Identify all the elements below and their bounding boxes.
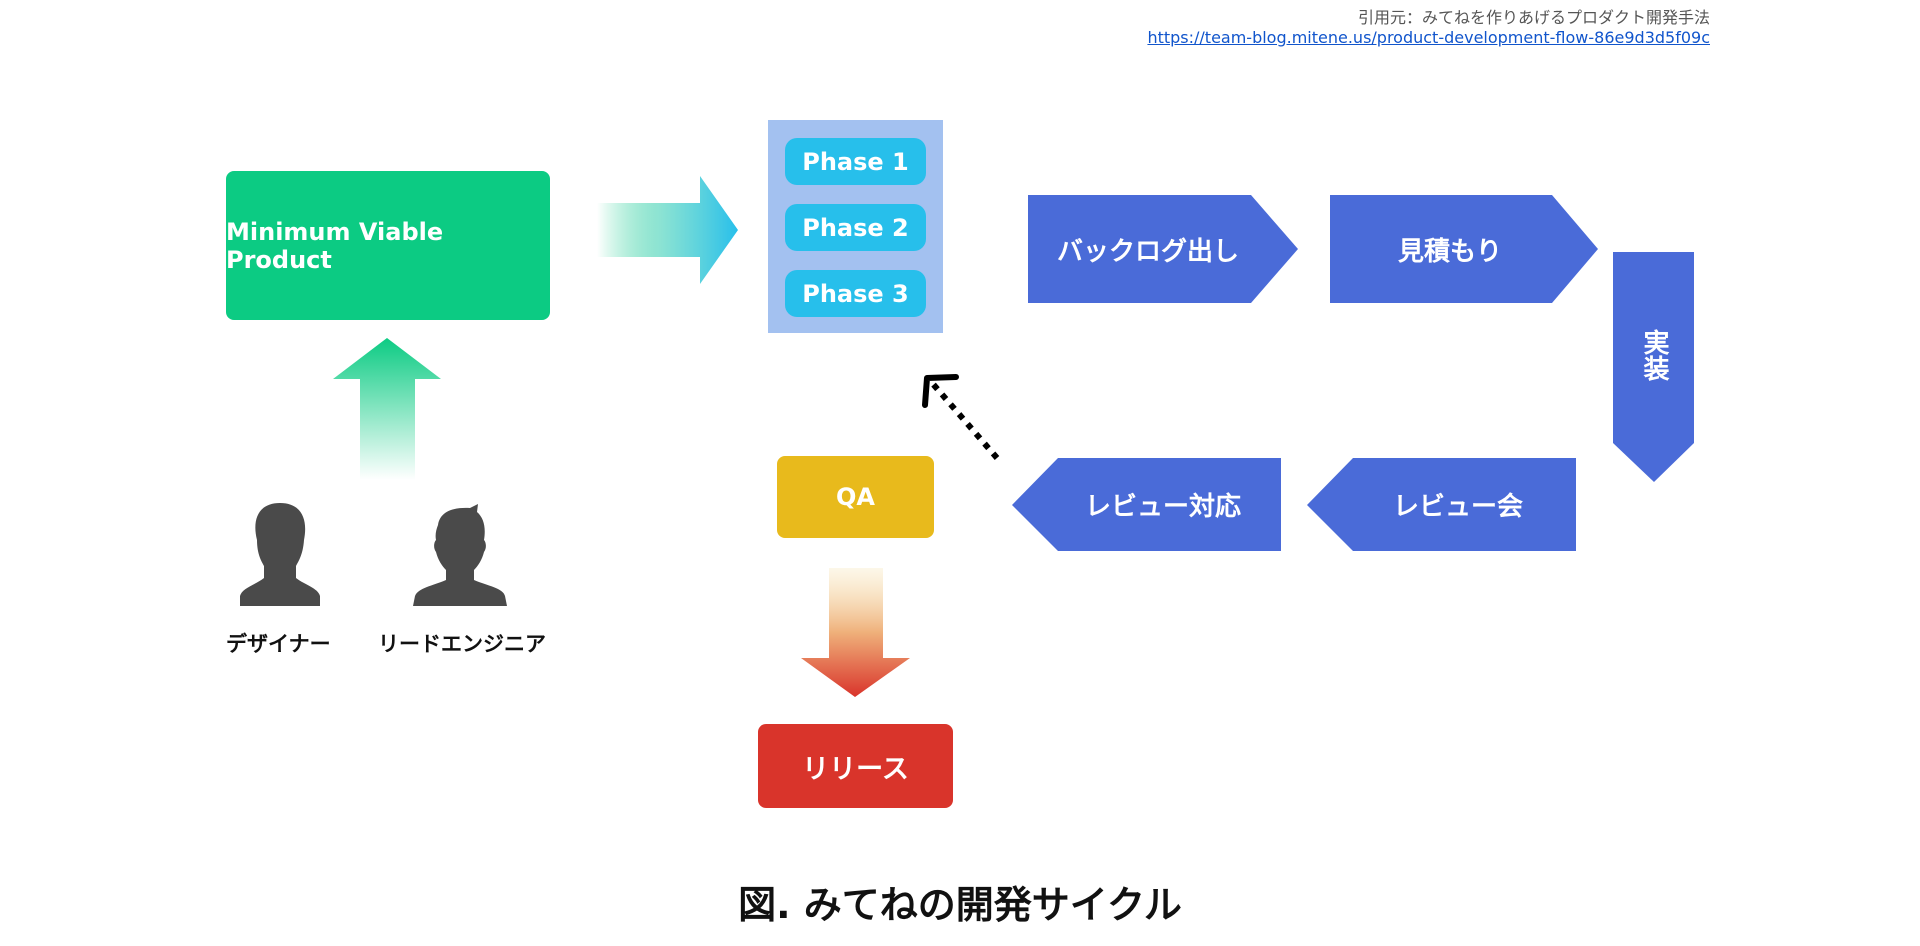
phase-3-label: Phase 3 (802, 279, 909, 308)
figure-caption: 図. みてねの開発サイクル (738, 883, 1182, 927)
arrow-roles-to-mvp (333, 338, 441, 480)
release-box: リリース (758, 724, 953, 808)
qa-label: QA (836, 483, 875, 511)
step-implement-label: 実装 (1639, 329, 1669, 381)
arrow-dotted-return-head (922, 374, 959, 408)
phase-2-pill: Phase 2 (785, 204, 926, 251)
lead-engineer-icon (413, 504, 507, 606)
designer-icon (240, 503, 320, 606)
mvp-label: Minimum Viable Product (226, 217, 444, 274)
phase-1-label: Phase 1 (802, 147, 909, 176)
phase-2-label: Phase 2 (802, 213, 909, 242)
step-review-response-label: レビュー対応 (1084, 492, 1241, 522)
diagram-shapes (240, 176, 1694, 697)
phase-1-pill: Phase 1 (785, 138, 926, 185)
arrow-qa-to-release (801, 568, 910, 697)
step-backlog-label: バックログ出し (1056, 236, 1239, 267)
phase-panel: Phase 1 Phase 2 Phase 3 (768, 120, 943, 333)
qa-box: QA (777, 456, 934, 538)
designer-label: デザイナー (226, 632, 331, 656)
step-estimate-label: 見積もり (1397, 236, 1502, 267)
phase-3-pill: Phase 3 (785, 270, 926, 317)
lead-engineer-label: リードエンジニア (378, 632, 546, 656)
arrow-mvp-to-phases (597, 176, 738, 284)
arrow-dotted-return (930, 382, 1000, 460)
release-label: リリース (802, 753, 909, 785)
mvp-box: Minimum Viable Product (226, 171, 550, 320)
step-review-meeting-label: レビュー会 (1392, 492, 1523, 522)
